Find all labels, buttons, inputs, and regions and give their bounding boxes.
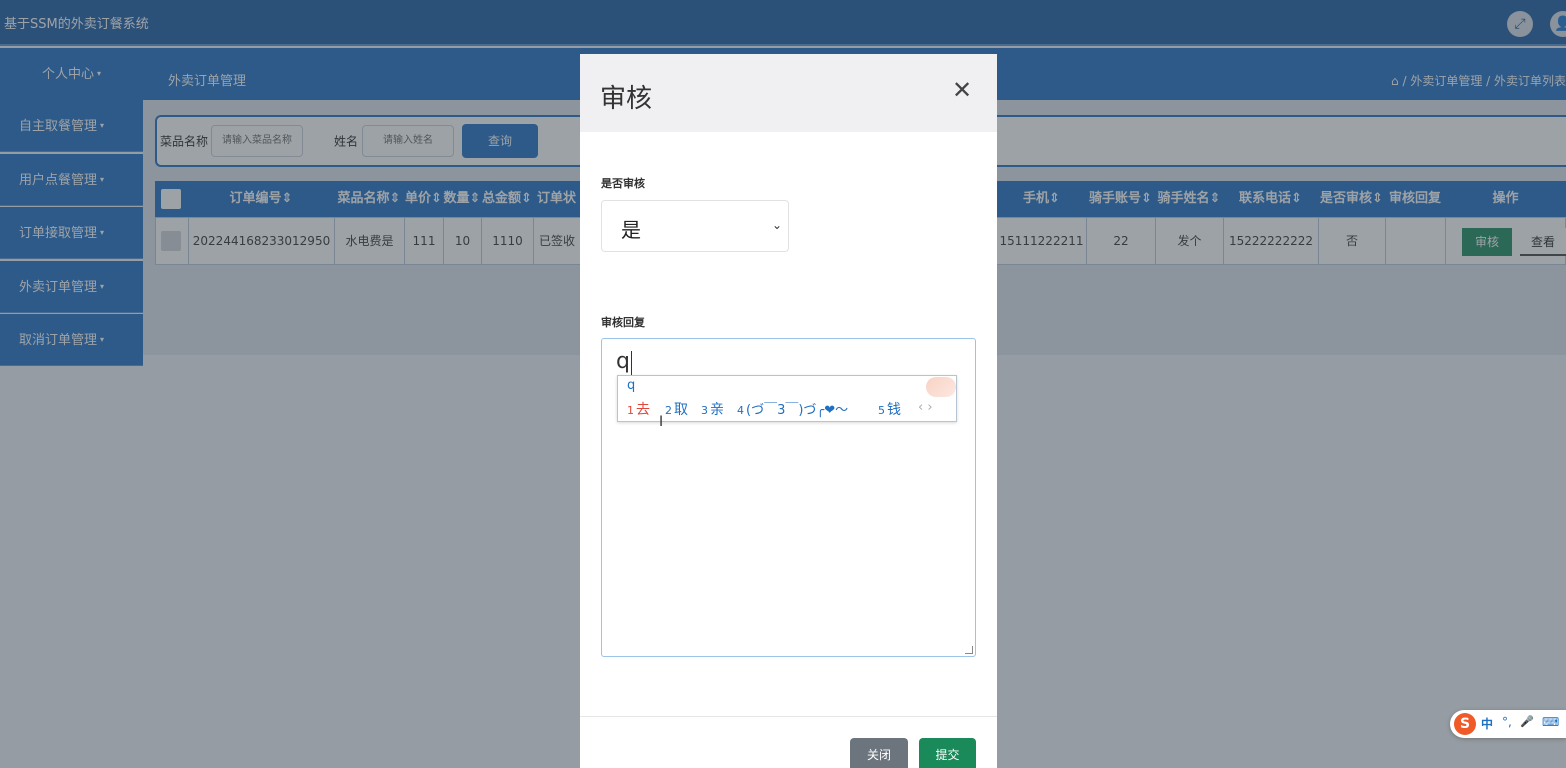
modal-footer-divider — [580, 716, 997, 717]
close-icon[interactable]: ✕ — [952, 76, 972, 104]
ime-candidate-number: 1 — [627, 404, 634, 417]
close-button[interactable]: 关闭 — [850, 738, 908, 768]
ime-candidate-number: 2 — [665, 404, 672, 417]
ime-candidate-text: 取 — [674, 402, 688, 418]
modal-header: 审核 ✕ — [580, 54, 997, 132]
audit-reply-label: 审核回复 — [601, 316, 645, 329]
audit-reply-value: q — [616, 349, 630, 374]
chevron-down-icon: ⌄ — [771, 218, 782, 232]
ime-candidate-number: 4 — [737, 404, 744, 417]
ime-candidate-number: 5 — [878, 404, 885, 417]
ime-punct-icon[interactable]: °, — [1502, 715, 1512, 729]
ime-language-toggle[interactable]: 中 — [1481, 715, 1493, 732]
ime-candidate-text: 去 — [636, 402, 650, 418]
resize-handle-icon[interactable] — [965, 646, 973, 654]
ime-candidate-text: (づ￣3￣)づ╭❤～ — [746, 403, 849, 418]
submit-button[interactable]: 提交 — [919, 738, 976, 768]
audit-status-select[interactable]: 是 ⌄ — [601, 200, 789, 252]
ime-candidate-popup: q 1去 2取 3亲 4 (づ￣3￣)づ╭❤～ 5钱 ‹ › — [617, 375, 957, 422]
sogou-logo-icon[interactable]: S — [1454, 713, 1476, 735]
audit-status-value: 是 — [621, 218, 641, 242]
text-caret — [631, 351, 632, 375]
ime-candidate[interactable]: 5钱 — [878, 399, 901, 419]
ime-page-arrows-icon[interactable]: ‹ › — [918, 400, 933, 415]
ime-candidate-text: 钱 — [887, 402, 901, 418]
ime-skin-decoration — [926, 377, 956, 397]
ime-candidate[interactable]: 1去 — [627, 399, 650, 419]
ime-candidate[interactable]: 4 (づ￣3￣)づ╭❤～ — [737, 399, 848, 418]
ibeam-cursor-icon: I — [659, 414, 664, 430]
ime-candidate[interactable]: 3亲 — [701, 399, 724, 419]
keyboard-icon[interactable]: ⌨ — [1542, 715, 1559, 729]
ime-candidate[interactable]: 2取 — [665, 399, 688, 419]
audit-status-label: 是否审核 — [601, 177, 645, 190]
ime-candidate-number: 3 — [701, 404, 708, 417]
modal-title: 审核 — [600, 84, 653, 114]
microphone-icon[interactable]: 🎤 — [1520, 715, 1534, 728]
ime-status-bar: S 中 °, 🎤 ⌨ — [1450, 710, 1566, 738]
ime-composition: q — [627, 378, 636, 393]
ime-candidate-text: 亲 — [710, 402, 724, 418]
